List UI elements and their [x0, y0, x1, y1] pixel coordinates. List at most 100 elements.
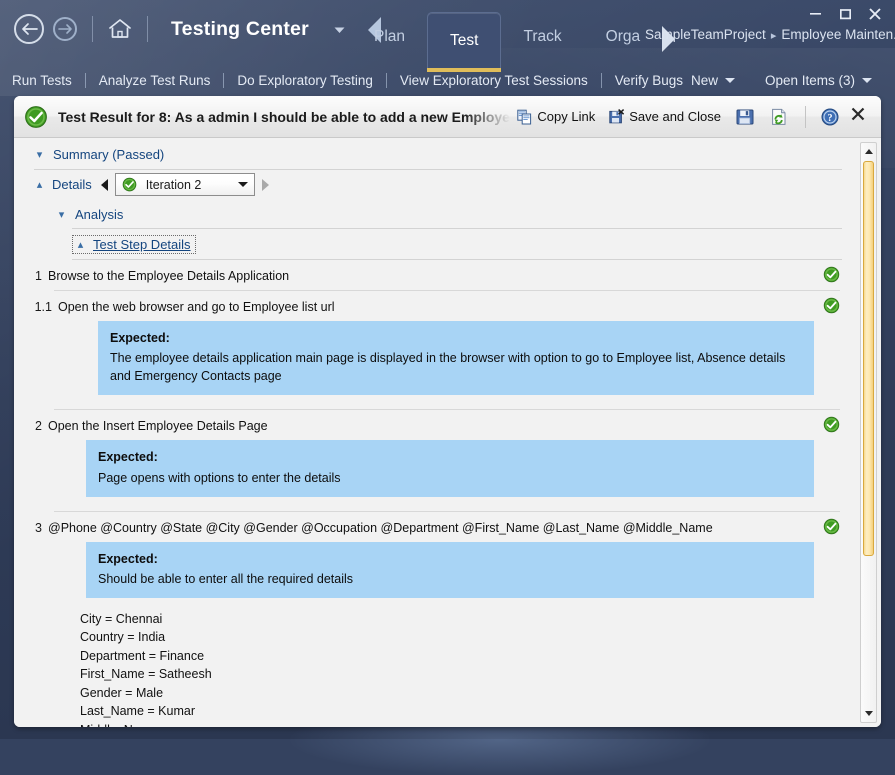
save-and-close-label: Save and Close — [629, 109, 721, 124]
expected-result-block: Expected: The employee details applicati… — [98, 321, 814, 395]
test-step-details-focus-box: ▴ Test Step Details — [72, 235, 196, 254]
step-action-text: Open the Insert Employee Details Page — [48, 418, 860, 433]
page-title: Test Result for 8: As a admin I should b… — [58, 109, 510, 125]
header-divider — [805, 106, 806, 128]
details-row: ▴ Details Iteration 2 — [14, 170, 860, 199]
copy-icon — [517, 109, 533, 125]
section-summary-label: Summary (Passed) — [53, 147, 164, 162]
copy-link-label: Copy Link — [537, 109, 595, 124]
iteration-value: Iteration 2 — [146, 178, 229, 192]
section-summary[interactable]: ▾ Summary (Passed) — [14, 138, 860, 169]
step-status-icon — [823, 297, 840, 319]
step-action-text: @Phone @Country @State @City @Gender @Oc… — [48, 520, 860, 535]
passed-check-icon-iteration — [122, 177, 137, 192]
step-status-icon — [823, 518, 840, 540]
step-status-icon — [823, 416, 840, 438]
help-icon: ? — [821, 108, 839, 126]
breadcrumb: SampleTeamProject ▸ Employee Mainten... — [645, 27, 895, 42]
section-test-step-details[interactable]: ▴ Test Step Details — [14, 229, 860, 259]
save-and-close-icon — [609, 109, 625, 125]
expected-label: Expected: — [98, 448, 802, 466]
table-row[interactable]: 1 Browse to the Employee Details Applica… — [14, 260, 860, 290]
help-button[interactable]: ? — [815, 106, 845, 128]
breadcrumb-separator-icon: ▸ — [771, 30, 777, 42]
test-result-panel: Test Result for 8: As a admin I should b… — [14, 96, 881, 727]
scroll-up-button[interactable] — [861, 144, 876, 159]
panel-header: Test Result for 8: As a admin I should b… — [14, 96, 881, 138]
expected-label: Expected: — [110, 329, 802, 347]
step-number: 3 — [14, 520, 48, 535]
step-parameters-list: City = Chennai Country = India Departmen… — [14, 598, 860, 727]
vertical-scrollbar[interactable] — [860, 142, 877, 723]
nav-divider-2 — [147, 16, 148, 42]
expected-result-block: Expected: Page opens with options to ent… — [86, 440, 814, 496]
parameter-item: City = Chennai — [80, 610, 860, 629]
nav-button-group: Testing Center — [14, 14, 381, 44]
parameter-item: Department = Finance — [80, 647, 860, 666]
svg-text:?: ? — [828, 113, 833, 124]
tab-test[interactable]: Test — [427, 12, 501, 68]
section-test-step-details-label: Test Step Details — [93, 237, 191, 252]
close-panel-button[interactable] — [845, 107, 873, 126]
menu-item-do-exploratory-testing[interactable]: Do Exploratory Testing — [224, 73, 386, 88]
step-number: 1 — [14, 268, 48, 283]
refresh-button[interactable] — [762, 105, 796, 129]
parameter-item: Middle_Name = — [80, 721, 860, 727]
close-icon — [851, 107, 865, 121]
save-icon — [736, 108, 754, 126]
step-number: 2 — [14, 418, 48, 433]
menu-item-analyze-test-runs[interactable]: Analyze Test Runs — [86, 73, 224, 88]
command-menu-strip: Run Tests Analyze Test Runs Do Explorato… — [0, 64, 895, 96]
table-row[interactable]: 2 Open the Insert Employee Details Page — [14, 410, 860, 440]
chevron-up-icon-test-step-details: ▴ — [75, 238, 86, 251]
section-analysis-label: Analysis — [75, 207, 123, 222]
scrollbar-thumb[interactable] — [863, 161, 874, 556]
section-analysis[interactable]: ▾ Analysis — [14, 199, 860, 228]
chevron-down-icon-iteration — [238, 182, 248, 187]
scroll-content-area: ▾ Summary (Passed) ▴ Details — [14, 138, 860, 727]
panel-header-actions: Copy Link Save and Close — [510, 105, 873, 129]
expected-result-block: Expected: Should be able to enter all th… — [86, 542, 814, 598]
refresh-icon — [770, 108, 788, 126]
menu-item-run-tests[interactable]: Run Tests — [0, 73, 85, 88]
test-steps-list: 1 Browse to the Employee Details Applica… — [14, 260, 860, 727]
previous-iteration-icon[interactable] — [101, 179, 108, 191]
step-number: 1.1 — [14, 299, 58, 314]
breadcrumb-project[interactable]: SampleTeamProject — [645, 27, 766, 42]
table-row[interactable]: 3 @Phone @Country @State @City @Gender @… — [14, 512, 860, 542]
save-and-close-button[interactable]: Save and Close — [602, 106, 728, 128]
passed-check-icon — [24, 105, 48, 129]
back-arrow-icon[interactable] — [14, 14, 44, 44]
panel-body: ▾ Summary (Passed) ▴ Details — [14, 138, 881, 727]
step-status-icon — [823, 266, 840, 288]
parameter-item: Gender = Male — [80, 684, 860, 703]
step-action-text: Open the web browser and go to Employee … — [58, 299, 860, 314]
menu-item-view-exploratory-test-sessions[interactable]: View Exploratory Test Sessions — [387, 73, 601, 88]
section-details-label[interactable]: Details — [52, 177, 92, 192]
expected-text: The employee details application main pa… — [110, 351, 785, 383]
app-title: Testing Center — [171, 18, 309, 41]
home-icon[interactable] — [108, 18, 132, 40]
expected-text: Should be able to enter all the required… — [98, 572, 353, 586]
iteration-dropdown[interactable]: Iteration 2 — [115, 173, 255, 196]
menu-right-group: New Open Items (3) — [679, 64, 885, 96]
next-iteration-icon[interactable] — [262, 179, 269, 191]
breadcrumb-area[interactable]: Employee Mainten... — [781, 27, 895, 42]
copy-link-button[interactable]: Copy Link — [510, 106, 602, 128]
menu-item-new-label: New — [691, 73, 718, 88]
parameter-item: Last_Name = Kumar — [80, 702, 860, 721]
tab-track[interactable]: Track — [501, 12, 583, 62]
chevron-down-icon-analysis: ▾ — [56, 208, 67, 221]
scroll-down-button[interactable] — [861, 706, 876, 721]
parameter-item: First_Name = Satheesh — [80, 665, 860, 684]
table-row[interactable]: 1.1 Open the web browser and go to Emplo… — [14, 291, 860, 321]
menu-item-open-items[interactable]: Open Items (3) — [752, 73, 885, 88]
save-button[interactable] — [728, 105, 762, 129]
forward-arrow-icon[interactable] — [53, 17, 77, 41]
menu-item-open-items-label: Open Items (3) — [765, 73, 855, 88]
menu-item-new[interactable]: New — [679, 73, 748, 88]
chevron-up-icon-details[interactable]: ▴ — [34, 178, 45, 191]
chevron-down-icon-2 — [862, 78, 872, 83]
app-title-dropdown-icon[interactable] — [334, 26, 345, 37]
tab-plan[interactable]: Plan — [352, 12, 427, 62]
